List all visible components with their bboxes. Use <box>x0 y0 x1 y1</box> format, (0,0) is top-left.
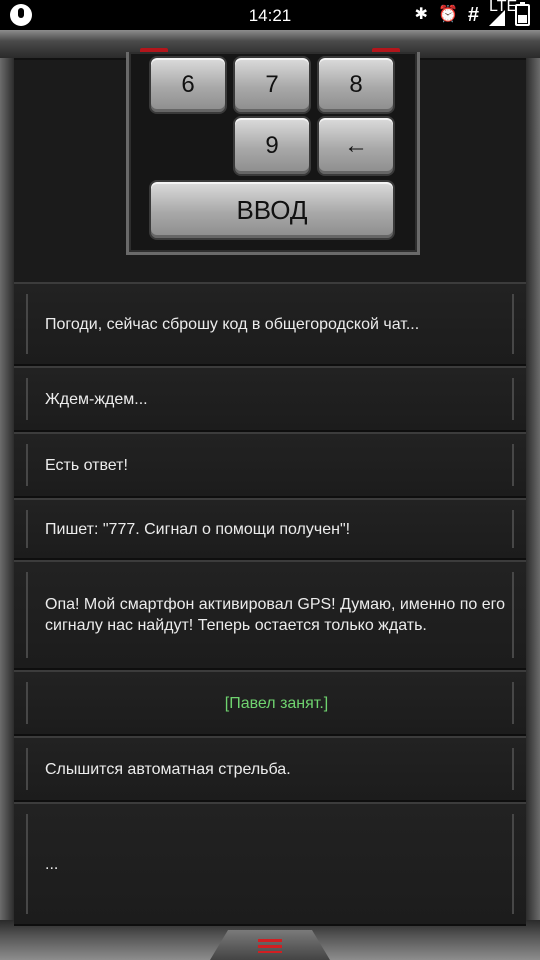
lte-label: LTE <box>489 0 518 15</box>
hash-icon: # <box>467 4 479 26</box>
message-text: Погоди, сейчас сброшу код в общегородско… <box>45 315 420 333</box>
status-icons: ✱ ⏰ # LTE <box>414 0 530 26</box>
backspace-key[interactable]: ← <box>317 116 395 176</box>
message-text: [Павел занят.] <box>224 694 329 712</box>
battery-icon <box>515 2 530 26</box>
enter-button[interactable]: ВВОД <box>149 180 395 240</box>
chat-message: ... <box>14 802 526 926</box>
chat-message: Опа! Мой смартфон активировал GPS! Думаю… <box>14 560 526 670</box>
chat-message: Пишет: "777. Сигнал о помощи получен"! <box>14 498 526 560</box>
message-text: ... <box>45 855 59 873</box>
message-text: Опа! Мой смартфон активировал GPS! Думаю… <box>45 596 505 634</box>
left-frame <box>0 58 14 920</box>
menu-lines-icon <box>258 939 282 953</box>
bluetooth-icon: ✱ <box>414 6 428 23</box>
message-text: Слышится автоматная стрельба. <box>45 760 291 778</box>
menu-button[interactable] <box>210 930 330 960</box>
key-8[interactable]: 8 <box>317 56 395 114</box>
chat-message: Слышится автоматная стрельба. <box>14 736 526 802</box>
message-text: Пишет: "777. Сигнал о помощи получен"! <box>45 520 351 538</box>
keypad: 6 7 8 9 ← ВВОД <box>126 52 420 255</box>
chat-message: Погоди, сейчас сброшу код в общегородско… <box>14 282 526 366</box>
key-7[interactable]: 7 <box>233 56 311 114</box>
chat-message: Есть ответ! <box>14 432 526 498</box>
chat-log: Погоди, сейчас сброшу код в общегородско… <box>14 282 526 926</box>
alarm-icon: ⏰ <box>437 6 458 23</box>
system-message: [Павел занят.] <box>14 670 526 736</box>
message-text: Ждем-ждем... <box>45 390 148 408</box>
key-9[interactable]: 9 <box>233 116 311 176</box>
right-frame <box>526 58 540 920</box>
message-text: Есть ответ! <box>45 456 128 474</box>
chat-message: Ждем-ждем... <box>14 366 526 432</box>
key-6[interactable]: 6 <box>149 56 227 114</box>
lte-signal-icon: LTE <box>489 0 517 26</box>
bottom-frame <box>0 920 540 960</box>
status-bar: 14:21 ✱ ⏰ # LTE <box>0 0 540 30</box>
